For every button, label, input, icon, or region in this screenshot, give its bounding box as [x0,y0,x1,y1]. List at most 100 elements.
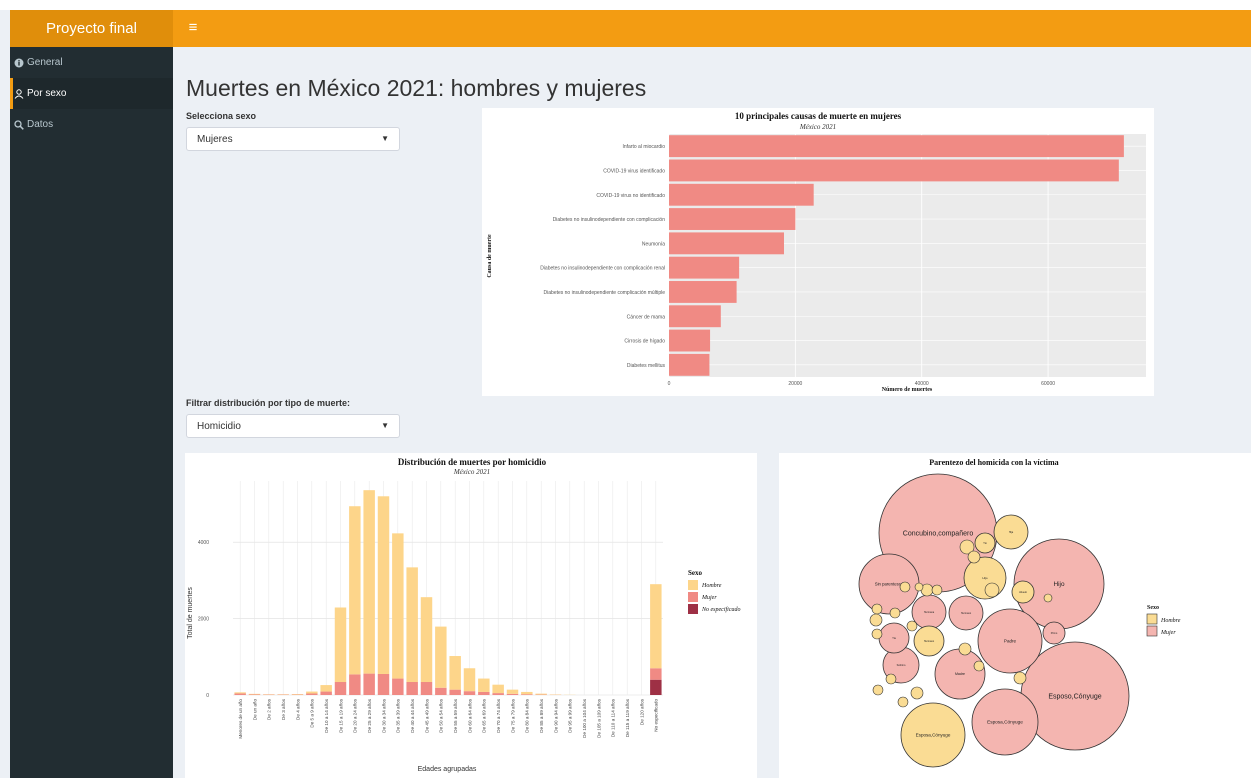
bar-mujer [234,693,246,695]
death-filter-label: Filtrar distribución por tipo de muerte: [186,398,351,408]
bar-hombre [650,584,662,669]
bar-mujer [449,689,461,695]
sidebar: General Por sexo Datos [10,47,173,778]
y-tick-label: Diabetes no insulinodependiente con comp… [553,217,666,223]
bar-mujer [377,673,390,695]
bubble-label: Esposo,Cónyuge [1048,693,1101,700]
relationship-bubble-panel: Parentezo del homicida con la víctima Co… [779,453,1251,778]
bubble [1013,671,1027,685]
bubble-label: Tío [983,542,987,545]
legend-title: Sexo [1147,605,1159,611]
bar [669,183,814,206]
caret-down-icon: ▼ [381,421,389,430]
bar-hombre [306,691,318,694]
legend-label: Hombre [1160,618,1181,624]
bar-mujer [650,668,662,680]
x-tick-label: De 75 a 79 años [510,698,515,732]
bar-mujer [392,678,404,695]
bar-mujer [248,694,261,695]
bar-hombre [521,691,533,695]
death-type-select-value: Homicidio [197,420,241,432]
bar-hombre [535,693,547,695]
y-tick-label: 0 [206,693,209,699]
bar-hombre [463,668,476,692]
x-tick-label: 0 [668,381,671,387]
legend: Sexo Hombre Mujer No especificado [688,569,741,614]
bubble [958,642,972,656]
bar-hombre [478,678,490,692]
bubble-label: Hermana [924,611,935,614]
bubble-label: Sobrino [897,663,906,667]
y-tick-label: COVID-19 virus no identificado [596,193,665,199]
app-logo[interactable]: Proyecto final [10,10,173,47]
x-tick-label: De 110 a 114 años [611,698,616,737]
bar-mujer [406,682,418,695]
bubble-label: Hija [1009,531,1014,534]
bubble-label: Hijo [1053,581,1064,588]
y-tick-label: Diabetes no insulinodependiente complica… [544,290,666,296]
bubble [871,628,883,640]
bar-hombre [320,685,332,692]
sidebar-item-datos[interactable]: Datos [10,109,173,140]
bar-mujer [435,687,447,695]
legend-swatch-mujer [688,592,698,602]
bar-mujer [463,691,476,695]
bar-mujer [492,693,504,695]
sex-select[interactable]: Mujeres ▼ [186,127,400,151]
legend: Sexo Hombre Mujer [1146,605,1181,637]
x-tick-label: De 35 a 39 años [396,698,401,732]
x-tick-label: De 60 a 64 años [467,698,472,732]
info-circle-icon [13,57,25,69]
homicide-distribution-chart: Distribución de muertes por homicidio Mé… [187,457,741,773]
chart-title: Parentezo del homicida con la víctima [929,458,1058,467]
legend-swatch-hombre [1146,613,1158,625]
page-title: Muertes en México 2021: hombres y mujere… [186,75,647,101]
bubble [931,584,943,596]
bubble-label: Sin parentesco [875,581,904,586]
bar [669,159,1119,182]
x-tick-label: De 4 años [295,698,300,720]
x-tick-label: 60000 [1041,381,1055,387]
bubble-label: Primo [1051,632,1058,635]
chart-subtitle: México 2021 [799,123,836,131]
bubble-label: Hijo [982,576,987,580]
sidebar-item-por-sexo[interactable]: Por sexo [10,78,173,109]
x-tick-label: Menores de un año [238,699,243,739]
x-tick-label: No especificado [654,699,659,732]
bubble [869,613,883,627]
bubble [984,582,1000,598]
bar-hombre [435,626,447,688]
y-tick-label: 2000 [198,617,209,623]
bar-no-especificado [650,679,662,695]
x-tick-label: De 10 a 14 años [324,698,329,732]
bar [669,208,796,230]
bar-mujer [521,694,533,695]
x-tick-label: De 115 a 119 años [625,698,630,737]
x-tick-label: De 50 a 54 años [439,698,444,732]
x-tick-label: De 15 a 19 años [338,698,343,732]
chart-subtitle: México 2021 [453,468,490,476]
x-tick-label: De 55 a 59 años [453,698,458,732]
bubble-label: Abuelo [1019,591,1027,594]
x-tick-label: De 95 a 99 años [568,698,573,732]
legend-swatch-no-especificado [688,604,698,614]
y-axis-label: Total de muertes [187,587,194,639]
hamburger-icon[interactable]: ≡ [185,19,201,36]
sidebar-item-general[interactable]: General [10,47,173,78]
bar-hombre [392,533,404,679]
chart-title: Distribución de muertes por homicidio [398,457,547,467]
bubble-label: Padre [1004,639,1017,644]
main-content: Muertes en México 2021: hombres y mujere… [173,47,1251,778]
death-type-select[interactable]: Homicidio ▼ [186,414,400,438]
x-tick-label: De 40 a 44 años [410,698,415,732]
y-axis-label: Causa de muerte [487,234,493,278]
bar-hombre [349,506,361,675]
x-tick-label: De 105 a 109 años [596,698,601,738]
legend-label: Mujer [1160,630,1176,636]
x-tick-label: 20000 [788,381,802,387]
chart-title: 10 principales causas de muerte en mujer… [735,111,902,121]
bar-hombre [506,689,519,694]
y-tick-label: Diabetes mellitus [627,363,666,369]
x-tick-label: De 25 a 29 años [367,698,372,732]
bubble-label: Esposa,Cónyuge [987,720,1023,725]
